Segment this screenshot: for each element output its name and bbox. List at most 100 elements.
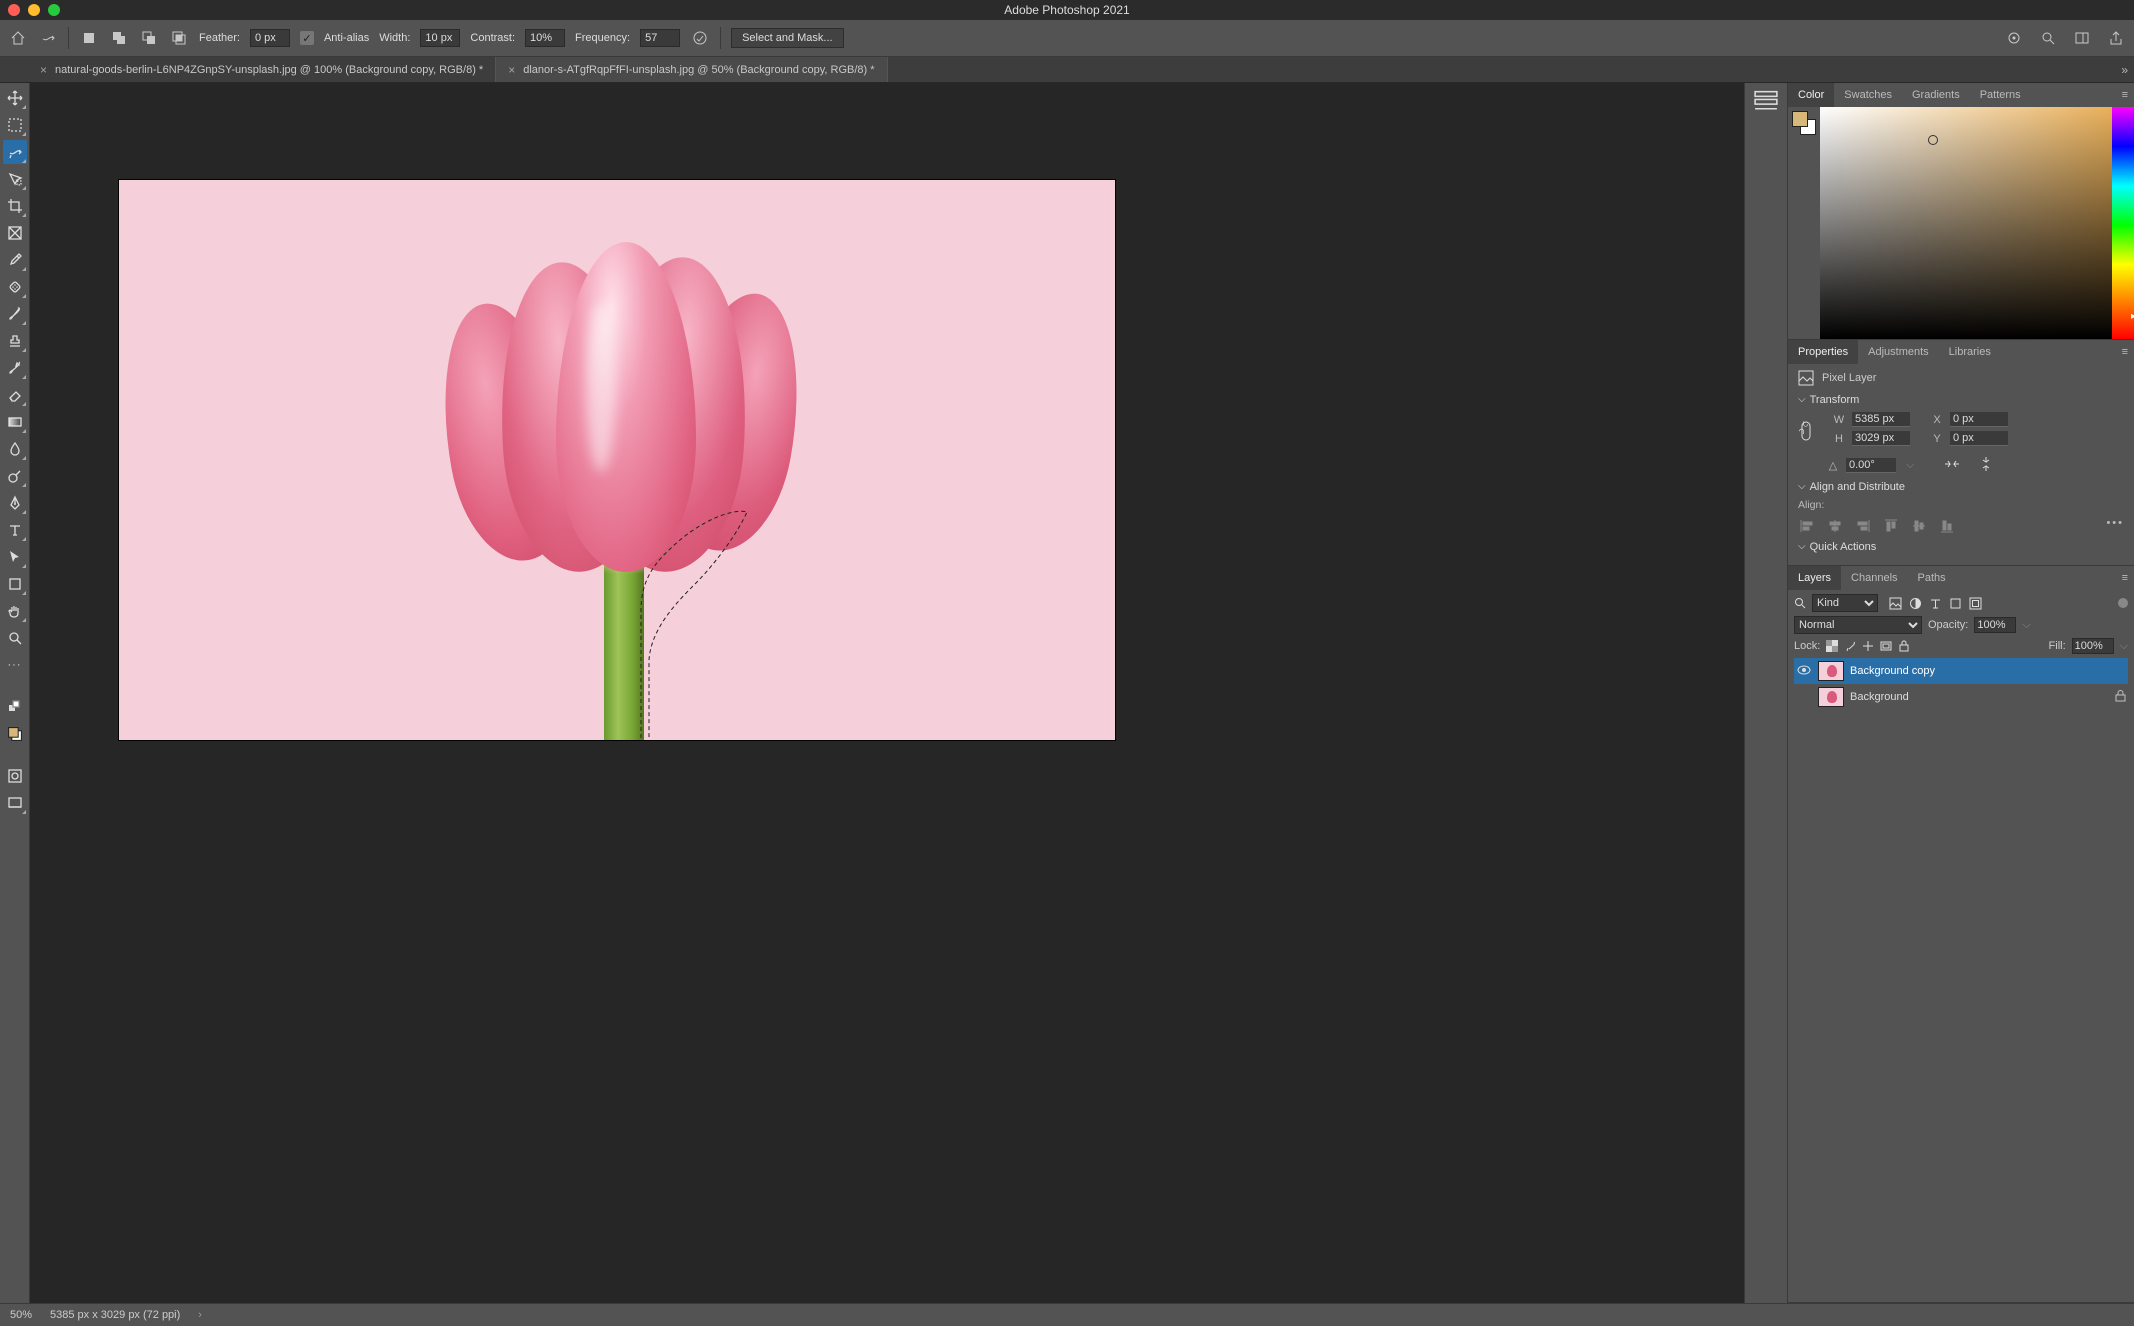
layer-row[interactable]: Background <box>1794 684 2128 710</box>
fg-bg-swatch[interactable] <box>1792 111 1816 135</box>
foreground-background-swatch[interactable] <box>3 722 27 746</box>
width-field[interactable] <box>1852 412 1910 427</box>
collapsed-panel-icon[interactable] <box>1752 89 1780 113</box>
tab-color[interactable]: Color <box>1788 83 1834 107</box>
shape-tool[interactable] <box>3 572 27 596</box>
search-icon[interactable] <box>1794 597 1806 609</box>
frame-tool[interactable] <box>3 221 27 245</box>
layer-row[interactable]: Background copy <box>1794 658 2128 684</box>
move-tool[interactable] <box>3 86 27 110</box>
lock-all-icon[interactable] <box>1898 640 1910 652</box>
stamp-tool[interactable] <box>3 329 27 353</box>
blend-mode-select[interactable]: Normal <box>1794 616 1922 634</box>
eraser-tool[interactable] <box>3 383 27 407</box>
zoom-tool[interactable] <box>3 626 27 650</box>
filter-smart-icon[interactable] <box>1968 596 1982 610</box>
flip-horizontal-icon[interactable] <box>1944 458 1960 473</box>
add-to-selection-icon[interactable] <box>109 28 129 48</box>
history-brush-tool[interactable] <box>3 356 27 380</box>
align-vcenter-icon[interactable] <box>1910 517 1928 535</box>
lock-pixels-icon[interactable] <box>1844 640 1856 652</box>
angle-dropdown-icon[interactable]: ⌵ <box>1906 459 1914 472</box>
close-icon[interactable]: × <box>40 63 47 77</box>
pen-pressure-icon[interactable] <box>690 28 710 48</box>
layer-thumbnail[interactable] <box>1818 661 1844 681</box>
type-tool[interactable] <box>3 518 27 542</box>
tab-paths[interactable]: Paths <box>1908 566 1956 590</box>
screen-mode-icon[interactable] <box>3 791 27 815</box>
align-left-icon[interactable] <box>1798 517 1816 535</box>
layer-name[interactable]: Background <box>1850 691 1909 703</box>
lock-position-icon[interactable] <box>1862 640 1874 652</box>
tab-patterns[interactable]: Patterns <box>1970 83 2031 107</box>
x-field[interactable] <box>1950 412 2008 427</box>
pen-tool[interactable] <box>3 491 27 515</box>
canvas-area[interactable] <box>30 83 1744 1303</box>
opacity-field[interactable] <box>1974 617 2016 633</box>
quick-select-tool[interactable] <box>3 167 27 191</box>
flip-vertical-icon[interactable] <box>1980 456 1992 475</box>
current-tool-icon[interactable] <box>38 28 58 48</box>
panel-menu-icon[interactable]: ≡ <box>2116 89 2134 101</box>
chevron-right-icon[interactable]: › <box>198 1309 202 1321</box>
layer-thumbnail[interactable] <box>1818 687 1844 707</box>
chevron-down-icon[interactable]: ⌵ <box>2120 640 2128 653</box>
gradient-tool[interactable] <box>3 410 27 434</box>
hue-slider[interactable] <box>2112 107 2134 339</box>
filter-pixel-icon[interactable] <box>1888 596 1902 610</box>
quick-mask-icon[interactable] <box>3 764 27 788</box>
intersect-selection-icon[interactable] <box>169 28 189 48</box>
search-icon[interactable] <box>2038 28 2058 48</box>
align-hcenter-icon[interactable] <box>1826 517 1844 535</box>
tab-properties[interactable]: Properties <box>1788 340 1858 364</box>
document-tab[interactable]: × dlanor-s-ATgfRqpFfFI-unsplash.jpg @ 50… <box>496 57 887 82</box>
more-options-icon[interactable]: ••• <box>2106 517 2124 535</box>
crop-tool[interactable] <box>3 194 27 218</box>
lock-icon[interactable] <box>2115 690 2126 705</box>
filter-shape-icon[interactable] <box>1948 596 1962 610</box>
marquee-tool[interactable] <box>3 113 27 137</box>
cloud-docs-icon[interactable] <box>2004 28 2024 48</box>
blur-tool[interactable] <box>3 437 27 461</box>
document-canvas[interactable] <box>119 180 1115 740</box>
collapse-panels-icon[interactable]: » <box>2121 63 2128 77</box>
default-colors-icon[interactable] <box>3 695 27 719</box>
lock-nested-icon[interactable] <box>1880 640 1892 652</box>
angle-field[interactable] <box>1846 458 1896 473</box>
align-section[interactable]: Align and Distribute <box>1798 481 2124 493</box>
tab-gradients[interactable]: Gradients <box>1902 83 1970 107</box>
brush-tool[interactable] <box>3 302 27 326</box>
lock-transparency-icon[interactable] <box>1826 640 1838 652</box>
width-input[interactable] <box>420 29 460 47</box>
chevron-down-icon[interactable]: ⌵ <box>2022 619 2030 632</box>
layer-name[interactable]: Background copy <box>1850 665 1935 677</box>
align-right-icon[interactable] <box>1854 517 1872 535</box>
select-and-mask-button[interactable]: Select and Mask... <box>731 28 844 48</box>
tab-swatches[interactable]: Swatches <box>1834 83 1902 107</box>
quick-actions-section[interactable]: Quick Actions <box>1798 541 2124 553</box>
document-tab[interactable]: × natural-goods-berlin-L6NP4ZGnpSY-unspl… <box>28 57 496 82</box>
filter-adjust-icon[interactable] <box>1908 596 1922 610</box>
tab-libraries[interactable]: Libraries <box>1939 340 2001 364</box>
hand-tool[interactable] <box>3 599 27 623</box>
lasso-tool[interactable] <box>3 140 27 164</box>
edit-toolbar[interactable]: ··· <box>3 653 27 677</box>
dodge-tool[interactable] <box>3 464 27 488</box>
healing-tool[interactable] <box>3 275 27 299</box>
workspace-icon[interactable] <box>2072 28 2092 48</box>
align-bottom-icon[interactable] <box>1938 517 1956 535</box>
tab-channels[interactable]: Channels <box>1841 566 1907 590</box>
transform-section[interactable]: Transform <box>1798 394 2124 406</box>
subtract-selection-icon[interactable] <box>139 28 159 48</box>
share-icon[interactable] <box>2106 28 2126 48</box>
color-field[interactable] <box>1820 107 2112 339</box>
tab-layers[interactable]: Layers <box>1788 566 1841 590</box>
feather-input[interactable] <box>250 29 290 47</box>
close-icon[interactable]: × <box>508 63 515 77</box>
zoom-display[interactable]: 50% <box>10 1309 32 1321</box>
frequency-input[interactable] <box>640 29 680 47</box>
filter-type-icon[interactable] <box>1928 596 1942 610</box>
path-select-tool[interactable] <box>3 545 27 569</box>
new-selection-icon[interactable] <box>79 28 99 48</box>
y-field[interactable] <box>1950 431 2008 446</box>
